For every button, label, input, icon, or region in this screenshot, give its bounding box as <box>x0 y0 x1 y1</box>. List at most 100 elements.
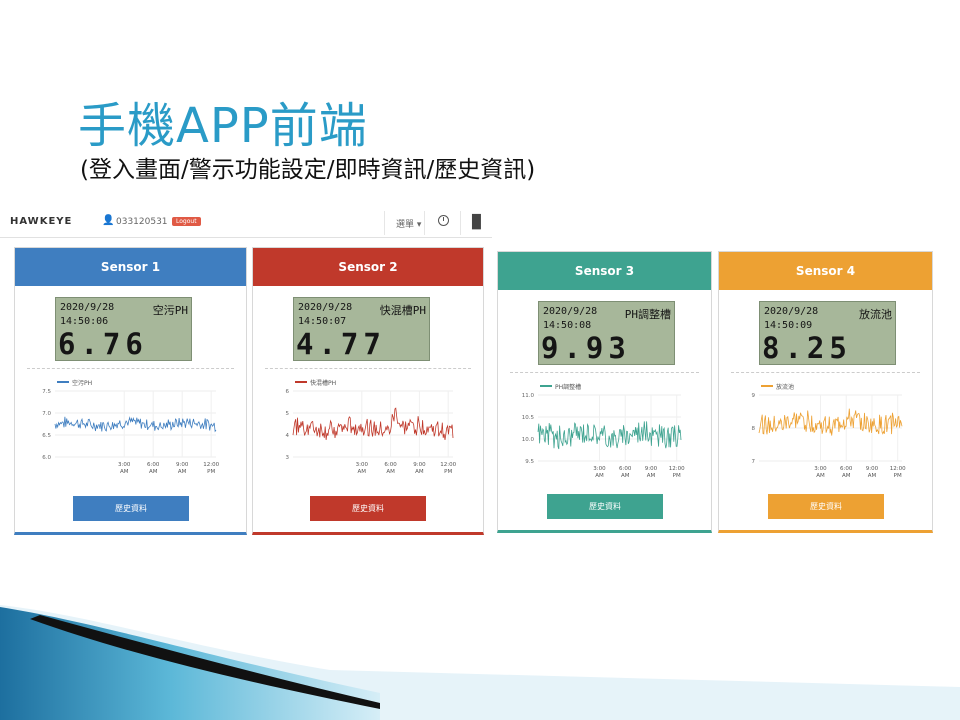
y-tick-label: 5 <box>286 411 290 417</box>
reading-location: 空污PH <box>152 304 188 317</box>
reading-date: 2020/9/28 <box>764 306 819 317</box>
x-tick-label: 6:00 <box>619 466 632 472</box>
x-tick-label: 9:00 <box>866 466 879 472</box>
reading-date: 2020/9/28 <box>60 302 115 313</box>
y-tick-label: 6 <box>286 389 290 395</box>
reading-value: 9.93 <box>541 331 631 365</box>
reading-location: 放流池 <box>859 308 892 321</box>
x-tick-label: AM <box>120 469 129 475</box>
app-screenshot: HAWKEYE 👤 033120531 Logout 選單 ▾ ▉ Sensor… <box>0 205 960 575</box>
sensor-card-4: Sensor 4 2020/9/28 放流池 14:50:09 8.25 放流池… <box>718 251 933 533</box>
y-tick-label: 9.5 <box>525 459 534 465</box>
lcd-display: 2020/9/28 空污PH 14:50:06 6.76 <box>55 297 192 361</box>
menu-dropdown[interactable]: 選單 ▾ <box>396 217 421 230</box>
sensor-header: Sensor 1 <box>15 248 246 286</box>
sensor-header: Sensor 3 <box>498 252 711 290</box>
y-tick-label: 7.0 <box>42 411 51 417</box>
x-tick-label: AM <box>816 473 825 479</box>
x-tick-label: AM <box>868 473 877 479</box>
history-button[interactable]: 歷史資料 <box>310 496 426 521</box>
x-tick-label: PM <box>894 473 902 479</box>
y-tick-label: 7 <box>752 459 756 465</box>
history-button[interactable]: 歷史資料 <box>768 494 884 519</box>
history-button[interactable]: 歷史資料 <box>73 496 189 521</box>
x-tick-label: 12:00 <box>203 462 219 468</box>
y-tick-label: 11.0 <box>522 393 535 399</box>
x-tick-label: 12:00 <box>440 462 456 468</box>
x-tick-label: 3:00 <box>814 466 827 472</box>
sensor-card-3: Sensor 3 2020/9/28 PH調整槽 14:50:08 9.93 P… <box>497 251 712 533</box>
sensor-card-1: Sensor 1 2020/9/28 空污PH 14:50:06 6.76 空污… <box>14 247 247 535</box>
navbar-divider <box>424 211 425 235</box>
x-tick-label: 12:00 <box>890 466 906 472</box>
y-tick-label: 10.0 <box>522 437 535 443</box>
x-tick-label: AM <box>415 469 424 475</box>
x-tick-label: 6:00 <box>147 462 160 468</box>
brand-logo: HAWKEYE <box>10 216 73 227</box>
y-tick-label: 8 <box>752 426 756 432</box>
sensor-header: Sensor 4 <box>719 252 932 290</box>
user-icon: 👤 <box>102 215 115 226</box>
logout-button[interactable]: Logout <box>172 217 201 226</box>
card-divider <box>731 372 920 373</box>
card-divider <box>27 368 234 369</box>
history-chart: 空污PH7.57.06.56.03:00AM6:00AM9:00AM12:00P… <box>42 379 219 475</box>
x-tick-label: 9:00 <box>413 462 426 468</box>
x-tick-label: AM <box>386 469 395 475</box>
x-tick-label: 12:00 <box>669 466 685 472</box>
x-tick-label: 9:00 <box>645 466 658 472</box>
history-chart: 放流池9873:00AM6:00AM9:00AM12:00PM <box>752 383 907 479</box>
slide-subtitle: (登入畫面/警示功能設定/即時資訊/歷史資訊) <box>80 157 536 183</box>
legend-label: 空污PH <box>72 379 92 387</box>
series-line <box>758 408 903 436</box>
series-line <box>537 421 682 450</box>
y-tick-label: 6.5 <box>42 433 51 439</box>
x-tick-label: AM <box>595 473 604 479</box>
x-tick-label: 3:00 <box>356 462 369 468</box>
navbar-divider <box>384 211 385 235</box>
x-tick-label: 3:00 <box>593 466 606 472</box>
navbar-divider <box>460 211 461 235</box>
reading-time: 14:50:08 <box>543 320 592 331</box>
x-tick-label: PM <box>444 469 452 475</box>
series-line <box>54 416 217 433</box>
y-tick-label: 9 <box>752 393 756 399</box>
reading-location: 快混槽PH <box>379 304 426 317</box>
legend-label: PH調整槽 <box>555 383 581 391</box>
reading-date: 2020/9/28 <box>543 306 598 317</box>
x-tick-label: AM <box>358 469 367 475</box>
x-tick-label: AM <box>647 473 656 479</box>
sensor-header: Sensor 2 <box>253 248 483 286</box>
lcd-display: 2020/9/28 PH調整槽 14:50:08 9.93 <box>538 301 675 365</box>
y-tick-label: 7.5 <box>42 389 51 395</box>
reading-value: 8.25 <box>762 331 852 365</box>
y-tick-label: 3 <box>286 455 290 461</box>
user-id: 033120531 <box>116 217 168 227</box>
history-chart: PH調整槽11.010.510.09.53:00AM6:00AM9:00AM12… <box>522 383 685 479</box>
slide-title: 手機APP前端 <box>78 98 368 154</box>
y-tick-label: 4 <box>286 433 290 439</box>
reading-time: 14:50:06 <box>60 316 109 327</box>
legend-label: 快混槽PH <box>310 379 336 387</box>
reading-time: 14:50:07 <box>298 316 347 327</box>
x-tick-label: 9:00 <box>176 462 189 468</box>
reading-value: 6.76 <box>58 327 148 361</box>
x-tick-label: PM <box>673 473 681 479</box>
y-tick-label: 10.5 <box>522 415 535 421</box>
app-navbar: HAWKEYE 👤 033120531 Logout 選單 ▾ ▉ <box>0 207 492 238</box>
x-tick-label: PM <box>207 469 215 475</box>
card-divider <box>265 368 471 369</box>
bar-chart-icon[interactable]: ▉ <box>472 215 482 230</box>
lcd-display: 2020/9/28 放流池 14:50:09 8.25 <box>759 301 896 365</box>
x-tick-label: AM <box>621 473 630 479</box>
x-tick-label: 3:00 <box>118 462 131 468</box>
card-divider <box>510 372 699 373</box>
history-button[interactable]: 歷史資料 <box>547 494 663 519</box>
sensor-card-2: Sensor 2 2020/9/28 快混槽PH 14:50:07 4.77 快… <box>252 247 484 535</box>
reading-location: PH調整槽 <box>624 308 671 321</box>
reading-value: 4.77 <box>296 327 386 361</box>
reading-date: 2020/9/28 <box>298 302 353 313</box>
clock-icon[interactable] <box>438 215 449 226</box>
reading-time: 14:50:09 <box>764 320 813 331</box>
x-tick-label: 6:00 <box>384 462 397 468</box>
